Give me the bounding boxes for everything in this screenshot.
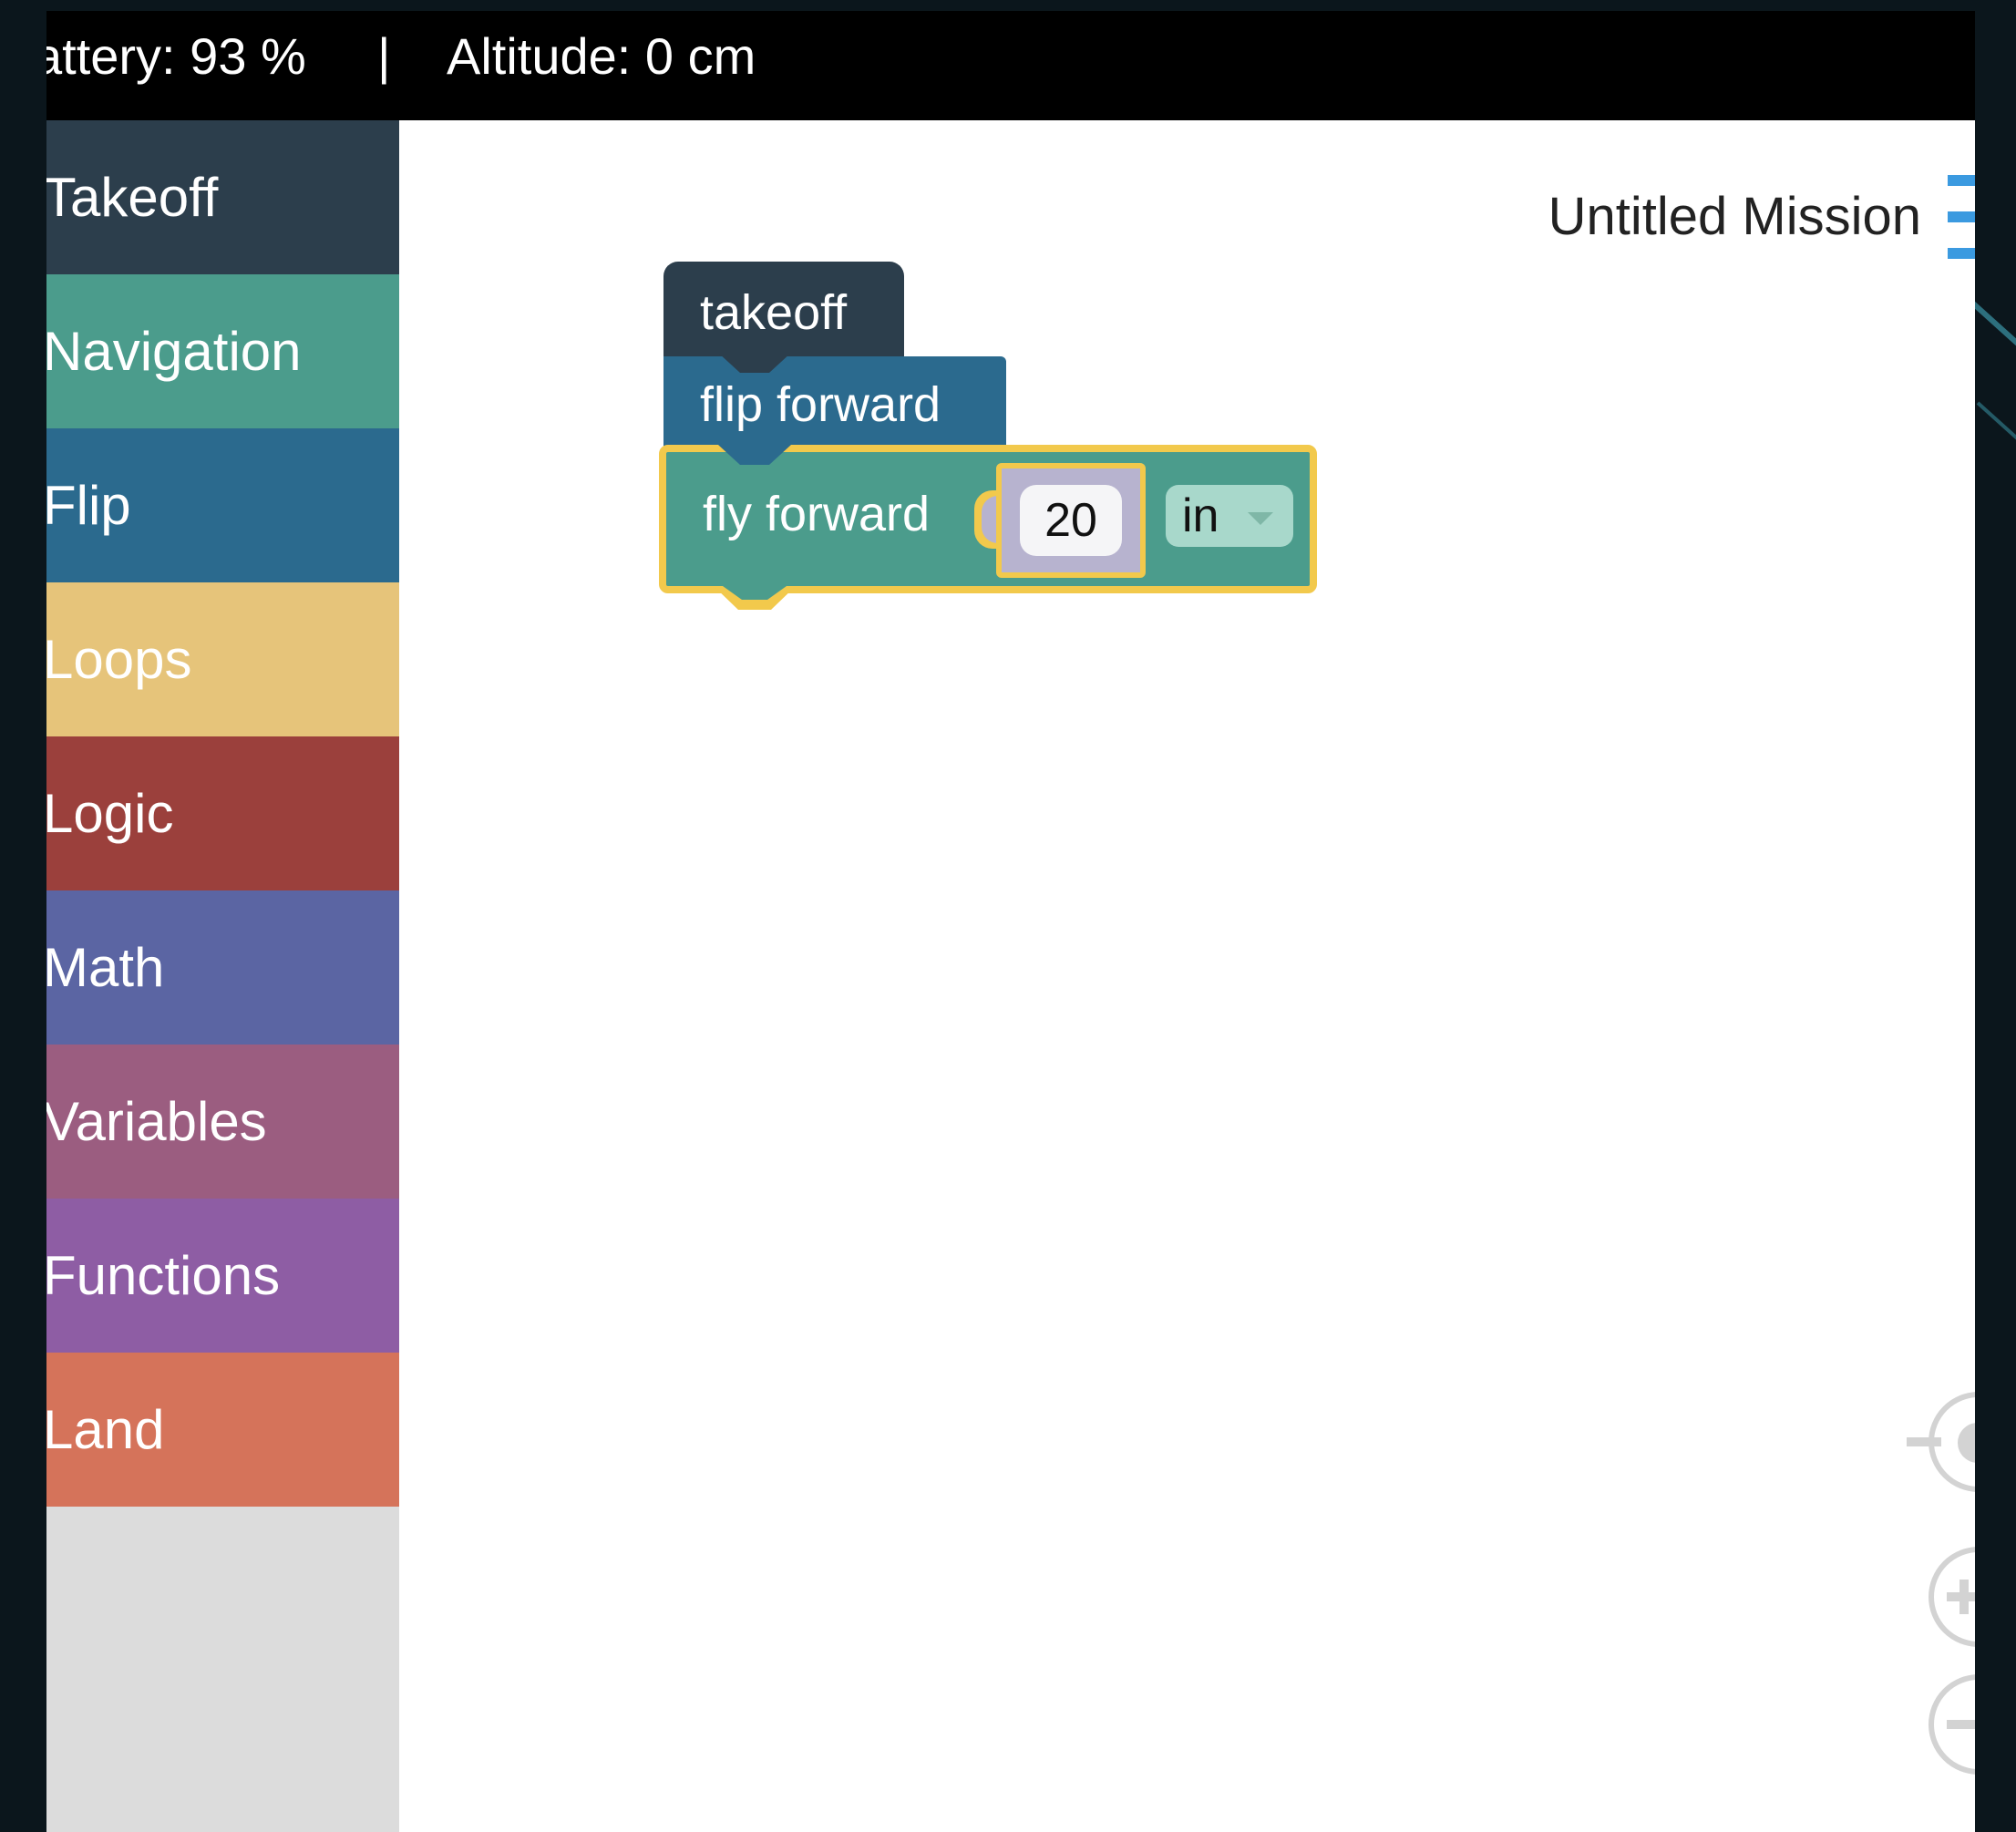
category-flip[interactable]: Flip — [46, 428, 399, 582]
app-window: attery: 93 % | Altitude: 0 cm Takeoff Na… — [46, 11, 1975, 1832]
reset-zoom-icon[interactable] — [1907, 1392, 1975, 1492]
category-math[interactable]: Math — [46, 890, 399, 1045]
reset-zoom-line — [1907, 1437, 1941, 1446]
hamburger-menu-icon[interactable] — [1948, 175, 1975, 259]
block-workspace[interactable]: Untitled Mission takeoff flip forward fl… — [399, 120, 1975, 1832]
zoom-out-icon[interactable] — [1929, 1674, 1975, 1775]
status-separator: | — [377, 27, 391, 85]
takeoff-block[interactable]: takeoff — [663, 262, 904, 365]
fly-forward-block[interactable]: fly forward 20 in — [659, 445, 1317, 593]
category-variables[interactable]: Variables — [46, 1045, 399, 1199]
zoom-in-icon[interactable] — [1929, 1547, 1975, 1647]
mission-title[interactable]: Untitled Mission — [1548, 186, 1921, 247]
screen: attery: 93 % | Altitude: 0 cm Takeoff Na… — [0, 0, 2016, 1832]
category-navigation[interactable]: Navigation — [46, 274, 399, 428]
category-loops[interactable]: Loops — [46, 582, 399, 736]
caret-down-icon — [1248, 512, 1273, 525]
unit-dropdown[interactable]: in — [1166, 485, 1293, 547]
battery-status: attery: 93 % — [46, 27, 306, 85]
minus-stroke — [1947, 1720, 1975, 1729]
fly-forward-block-label: fly forward — [703, 487, 931, 541]
number-block[interactable]: 20 — [996, 463, 1146, 578]
category-logic[interactable]: Logic — [46, 736, 399, 890]
category-land[interactable]: Land — [46, 1353, 399, 1507]
category-functions[interactable]: Functions — [46, 1199, 399, 1353]
background-decoration — [1970, 301, 2016, 404]
altitude-status: Altitude: 0 cm — [447, 27, 756, 85]
category-takeoff[interactable]: Takeoff — [46, 120, 399, 274]
flip-forward-block[interactable]: flip forward — [663, 356, 1006, 457]
background-decoration — [1976, 401, 2016, 490]
takeoff-block-label: takeoff — [700, 285, 848, 340]
reset-zoom-dot — [1958, 1423, 1975, 1463]
plus-vertical-stroke — [1959, 1580, 1969, 1614]
distance-field[interactable]: 20 — [1020, 485, 1122, 556]
status-bar: attery: 93 % | Altitude: 0 cm — [46, 11, 1975, 120]
block-category-toolbox: Takeoff Navigation Flip Loops Logic Math… — [46, 120, 399, 1832]
unit-dropdown-value: in — [1182, 489, 1219, 542]
flip-forward-block-label: flip forward — [700, 377, 941, 432]
